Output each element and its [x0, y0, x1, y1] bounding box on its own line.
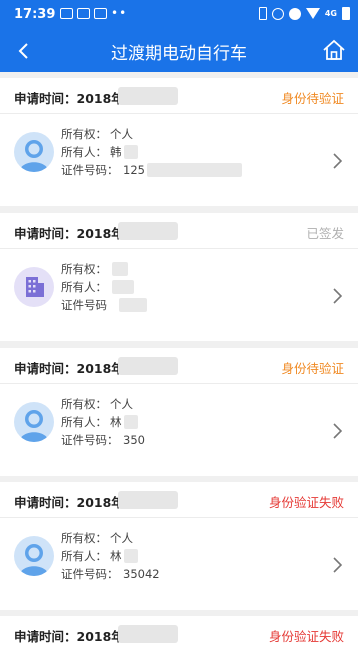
ownership-label: 所有权：: [61, 127, 107, 141]
redacted-owner: [123, 549, 138, 563]
status-time: 17:39: [14, 7, 56, 22]
phone-icon: [258, 7, 267, 20]
notification-icons: ••: [60, 6, 128, 20]
card-header: 申请时间：2018年 已签发: [0, 213, 358, 249]
chevron-right-icon[interactable]: [326, 554, 348, 576]
record-card[interactable]: 申请时间：2018年 身份待验证 所有权： 个人 所有人：韩 证件号码： 125: [0, 78, 358, 206]
battery-icon: [342, 7, 350, 20]
owner-value: 韩: [110, 145, 122, 159]
location-icon: [271, 7, 284, 20]
record-card[interactable]: 申请时间：2018年 身份待验证 所有权： 个人 所有人：林 证件号码： 350: [0, 348, 358, 476]
redacted-ownership: [112, 262, 128, 276]
card-header: 申请时间：2018年 身份待验证: [0, 78, 358, 114]
person-avatar-icon: [14, 536, 54, 576]
redacted-time: [118, 222, 178, 240]
id-number-value: 350: [123, 433, 145, 447]
more-notifications-icon: ••: [111, 6, 128, 20]
system-icons: 4G: [258, 7, 350, 20]
record-card[interactable]: 申请时间：2018年 已签发 所有权： 所有人： 证件号码: [0, 213, 358, 341]
owner-label: 所有人：: [61, 415, 107, 429]
id-number-value: 35042: [123, 567, 160, 581]
redacted-id: [119, 298, 147, 312]
person-avatar-icon: [14, 132, 54, 172]
record-info: 所有权： 个人 所有人：韩 证件号码： 125: [61, 125, 242, 179]
ownership-value: 个人: [110, 397, 133, 411]
redacted-id: [146, 163, 242, 177]
status-badge: 身份待验证: [281, 91, 344, 106]
ownership-value: 个人: [110, 531, 133, 545]
chevron-right-icon[interactable]: [326, 285, 348, 307]
redacted-time: [118, 491, 178, 509]
owner-value: 林: [110, 415, 122, 429]
record-card[interactable]: 申请时间：2018年 身份验证失败 所有权： 个人 所有人：林 证件号码： 3504…: [0, 482, 358, 610]
owner-label: 所有人：: [61, 145, 107, 159]
id-number-value: 125: [123, 163, 145, 177]
owner-value: 林: [110, 549, 122, 563]
message-icon: [60, 8, 73, 19]
building-avatar-icon: [14, 267, 54, 307]
redacted-time: [118, 357, 178, 375]
download-icon: [94, 8, 107, 19]
chevron-right-icon[interactable]: [326, 420, 348, 442]
redacted-time: [118, 625, 178, 643]
status-badge: 身份验证失败: [268, 495, 344, 510]
home-icon: [323, 39, 345, 60]
ownership-label: 所有权：: [61, 262, 107, 276]
record-card[interactable]: 申请时间：2018年 身份验证失败: [0, 616, 358, 669]
card-header: 申请时间：2018年 身份验证失败: [0, 482, 358, 518]
ownership-label: 所有权：: [61, 397, 107, 411]
ownership-label: 所有权：: [61, 531, 107, 545]
id-number-label: 证件号码：: [61, 163, 119, 177]
id-number-label: 证件号码：: [61, 433, 119, 447]
record-info: 所有权： 所有人： 证件号码: [61, 260, 147, 314]
redacted-time: [118, 87, 178, 105]
status-badge: 已签发: [306, 226, 344, 241]
status-badge: 身份待验证: [281, 361, 344, 376]
apply-time-label: 申请时间：2018年: [14, 91, 124, 106]
redacted-owner: [123, 145, 138, 159]
status-badge: 身份验证失败: [268, 629, 344, 644]
redacted-owner: [123, 415, 138, 429]
page-title: 过渡期电动自行车: [111, 44, 247, 64]
apply-time-label: 申请时间：2018年: [14, 629, 124, 644]
card-header: 申请时间：2018年 身份验证失败: [0, 616, 358, 652]
redacted-owner: [112, 280, 134, 294]
apply-time-label: 申请时间：2018年: [14, 226, 124, 241]
card-header: 申请时间：2018年 身份待验证: [0, 348, 358, 384]
owner-label: 所有人：: [61, 280, 107, 294]
record-info: 所有权： 个人 所有人：林 证件号码： 35042: [61, 529, 160, 583]
home-button[interactable]: [318, 34, 350, 66]
ownership-value: 个人: [110, 127, 133, 141]
owner-label: 所有人：: [61, 549, 107, 563]
image-icon: [77, 8, 90, 19]
apply-time-label: 申请时间：2018年: [14, 361, 124, 376]
do-not-disturb-icon: [288, 7, 301, 20]
apply-time-label: 申请时间：2018年: [14, 495, 124, 510]
header: 过渡期电动自行车: [0, 30, 358, 72]
signal-icon: 4G: [324, 9, 337, 18]
status-bar: 17:39 •• 4G: [0, 0, 358, 30]
chevron-right-icon[interactable]: [326, 150, 348, 172]
id-number-label: 证件号码：: [61, 567, 119, 581]
wifi-icon: [305, 8, 320, 19]
person-avatar-icon: [14, 402, 54, 442]
id-number-label: 证件号码: [61, 298, 107, 312]
record-info: 所有权： 个人 所有人：林 证件号码： 350: [61, 395, 145, 449]
